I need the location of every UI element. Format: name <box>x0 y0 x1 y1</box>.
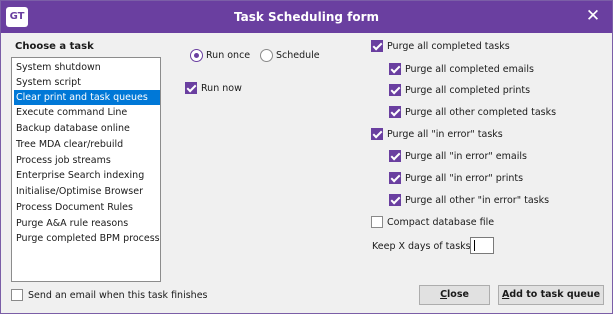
send-email-label: Send an email when this task finishes <box>28 290 208 301</box>
purge-completed-label: Purge all completed tasks <box>387 41 510 52</box>
run-once-radio[interactable] <box>190 49 203 62</box>
purge-error-checkbox[interactable] <box>371 128 383 140</box>
purge-completed-emails-checkbox[interactable] <box>389 63 401 75</box>
close-button-label: lose <box>447 289 469 300</box>
purge-error-prints-label: Purge all "in error" prints <box>405 173 524 184</box>
purge-error-emails-label: Purge all "in error" emails <box>405 151 527 162</box>
run-once-label: Run once <box>206 50 251 61</box>
purge-completed-prints-label: Purge all completed prints <box>405 85 531 96</box>
list-item[interactable]: Initialise/Optimise Browser <box>14 184 160 199</box>
list-item[interactable]: Process job streams <box>14 153 160 168</box>
purge-completed-prints-checkbox[interactable] <box>389 84 401 96</box>
close-button[interactable]: Close <box>419 285 490 305</box>
keep-days-label: Keep X days of tasks <box>372 241 471 252</box>
purge-error-emails-checkbox[interactable] <box>389 150 401 162</box>
purge-error-label: Purge all "in error" tasks <box>387 129 503 140</box>
purge-completed-emails-label: Purge all completed emails <box>405 64 534 75</box>
run-now-label: Run now <box>201 83 242 94</box>
list-item[interactable]: System script <box>14 75 160 90</box>
purge-other-error-checkbox[interactable] <box>389 194 401 206</box>
list-item-selected[interactable]: Clear print and task queues <box>14 90 160 105</box>
list-item[interactable]: Purge A&A rule reasons <box>14 216 160 231</box>
list-item[interactable]: Process Document Rules <box>14 200 160 215</box>
purge-other-completed-checkbox[interactable] <box>389 106 401 118</box>
run-now-checkbox[interactable] <box>185 82 197 94</box>
purge-completed-checkbox[interactable] <box>371 40 383 52</box>
add-button-label: dd to task queue <box>509 289 601 300</box>
task-list[interactable]: System shutdown System script Clear prin… <box>11 57 161 282</box>
schedule-radio[interactable] <box>260 49 273 62</box>
purge-other-completed-label: Purge all other completed tasks <box>405 107 557 118</box>
text-caret <box>474 240 475 251</box>
close-icon[interactable]: ✕ <box>582 5 604 27</box>
list-item[interactable]: Enterprise Search indexing <box>14 168 160 183</box>
list-item[interactable]: Tree MDA clear/rebuild <box>14 137 160 152</box>
list-item[interactable]: Backup database online <box>14 121 160 136</box>
list-item[interactable]: Execute command Line <box>14 105 160 120</box>
purge-other-error-label: Purge all other "in error" tasks <box>405 195 550 206</box>
keep-days-input[interactable] <box>470 237 494 254</box>
compact-db-checkbox[interactable] <box>371 216 383 228</box>
window-title: Task Scheduling form <box>233 10 380 24</box>
add-to-task-queue-button[interactable]: Add to task queue <box>498 285 604 305</box>
list-item[interactable]: System shutdown <box>14 60 160 75</box>
compact-db-label: Compact database file <box>387 217 495 228</box>
close-button-hotkey: C <box>440 289 448 300</box>
task-scheduling-window: GT Task Scheduling form ✕ Choose a task … <box>0 0 613 314</box>
purge-error-prints-checkbox[interactable] <box>389 172 401 184</box>
title-bar: GT Task Scheduling form ✕ <box>1 1 612 33</box>
choose-task-label: Choose a task <box>15 41 94 52</box>
schedule-label: Schedule <box>276 50 320 61</box>
list-item[interactable]: Purge completed BPM processes <box>14 231 160 246</box>
send-email-checkbox[interactable] <box>11 289 23 301</box>
